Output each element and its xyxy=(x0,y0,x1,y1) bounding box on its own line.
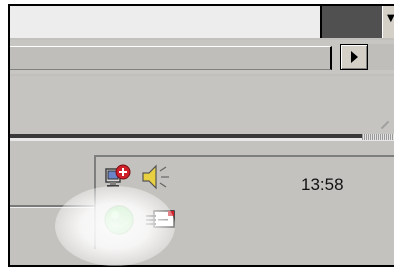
resize-grip[interactable] xyxy=(362,134,394,140)
taskbar-separator xyxy=(10,205,94,208)
volume-speaker-icon[interactable] xyxy=(140,163,172,191)
tray-clock[interactable]: 13:58 xyxy=(301,175,344,195)
desktop-frame: ▼ 13:58 xyxy=(8,4,394,267)
scroll-right-button[interactable] xyxy=(340,44,368,70)
green-status-icon[interactable] xyxy=(102,203,136,237)
scrollbar-track[interactable] xyxy=(10,46,332,70)
screen: ▼ 13:58 xyxy=(0,0,395,268)
taskbar: 13:58 xyxy=(10,141,394,265)
network-connection-icon[interactable] xyxy=(104,163,132,191)
window-content-area xyxy=(10,6,322,38)
scroll-down-button[interactable]: ▼ xyxy=(382,6,394,38)
dark-panel xyxy=(322,6,382,38)
scrollbar-corner xyxy=(368,44,394,70)
empty-window-area xyxy=(10,76,394,134)
horizontal-scrollbar xyxy=(10,40,394,74)
system-tray: 13:58 xyxy=(94,155,394,249)
scroll-down-arrow-icon: ▼ xyxy=(387,13,394,24)
pc-card-icon[interactable] xyxy=(144,207,176,233)
right-arrow-icon xyxy=(351,51,358,63)
